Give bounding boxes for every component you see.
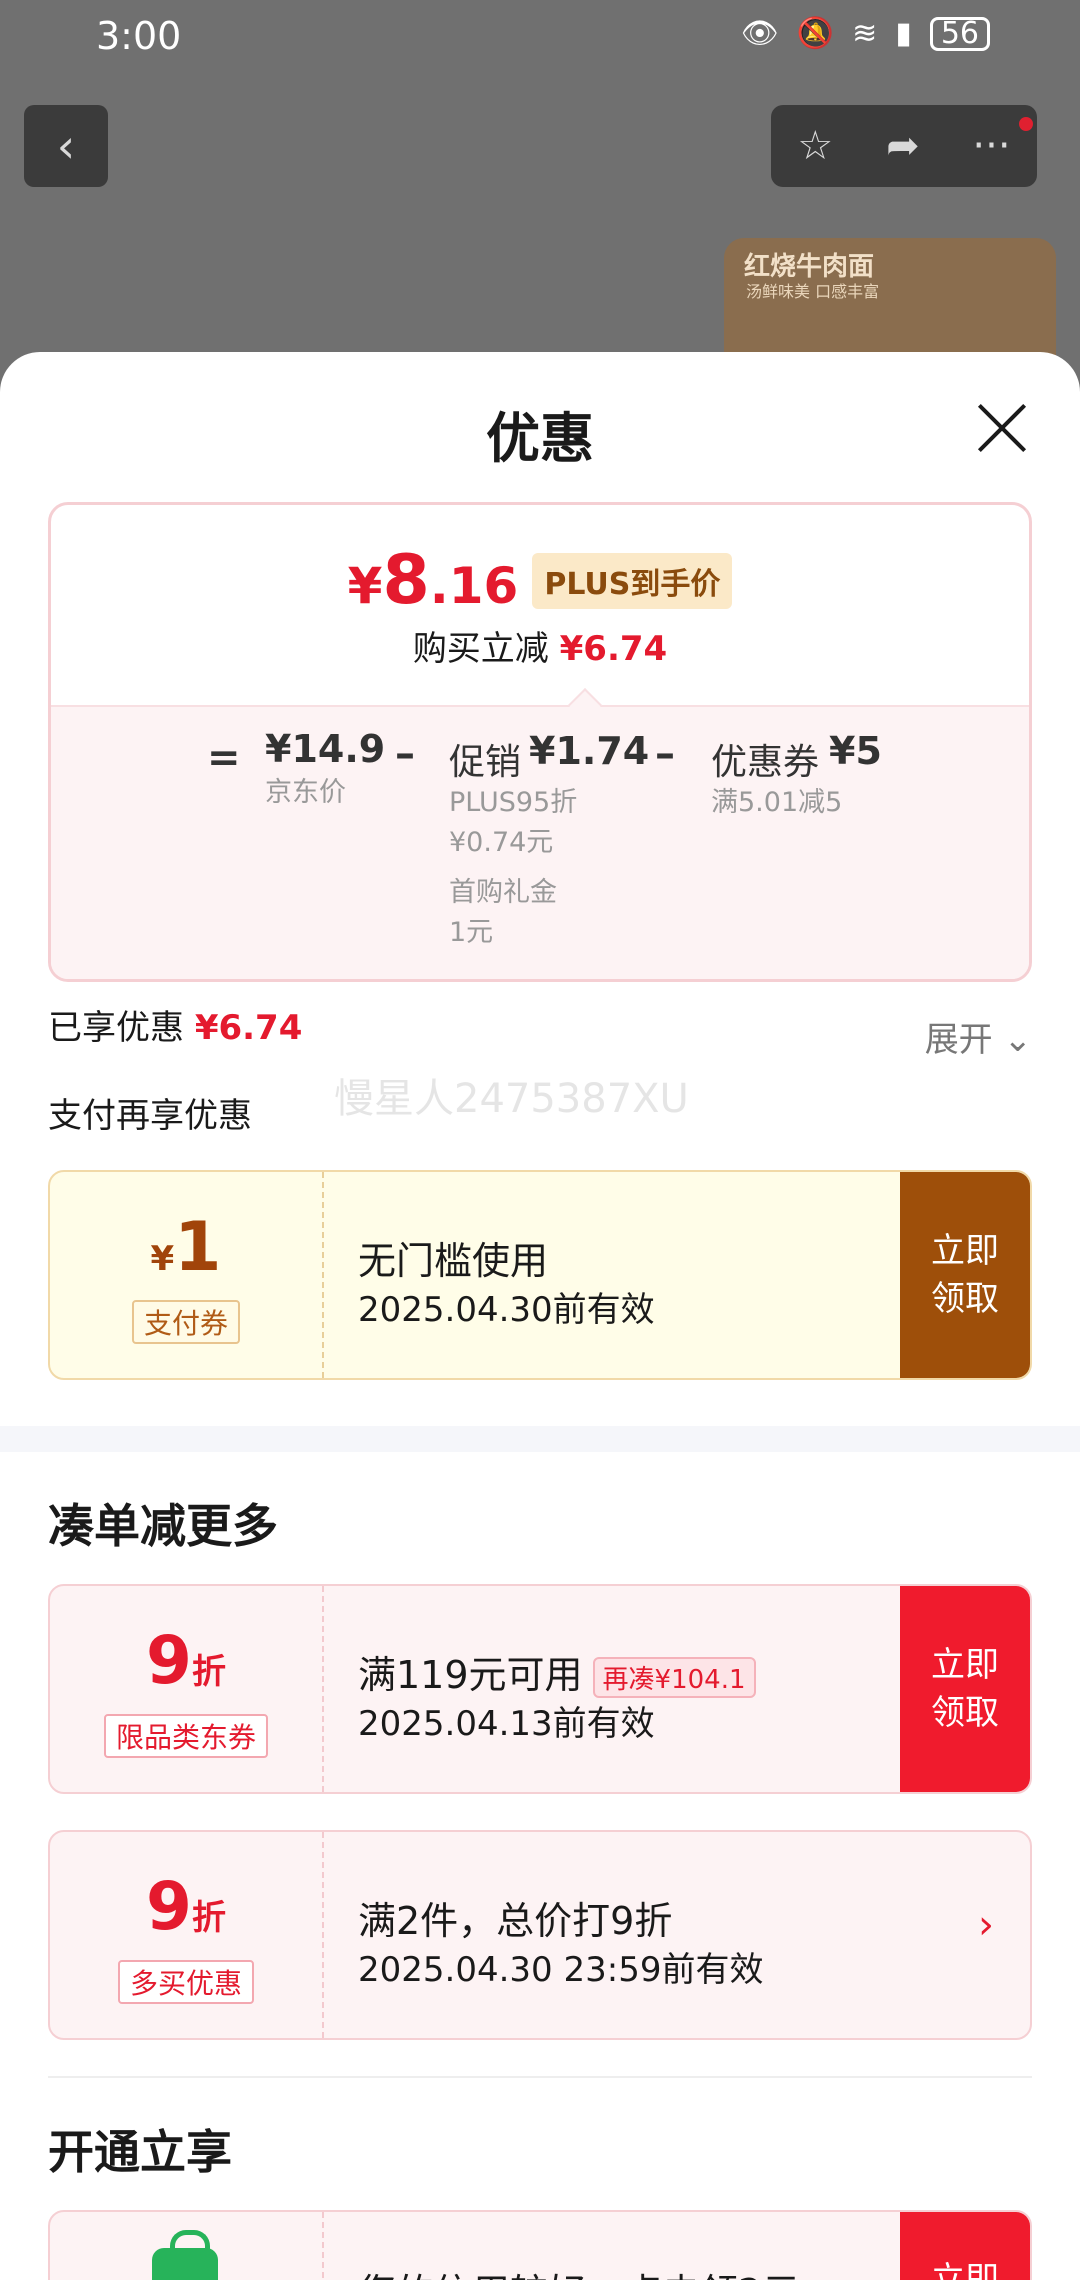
coupon-valid-date: 2025.04.30 23:59前有效 [358,1950,764,1990]
shopping-bag-icon [152,2230,218,2280]
battery-icon: 56 [929,16,990,51]
notification-dot [1019,117,1033,131]
wifi-icon: ≋ [852,16,878,51]
promo-detail-3: 首购礼金 [449,877,557,908]
promo-amount: ¥1.74 [529,729,650,773]
equals-sign: = [207,735,241,781]
coupon-main-text: 满119元可用 再凑¥104.1 [358,1644,756,1699]
back-button[interactable]: ‹ [24,105,108,187]
thumb-subtitle: 汤鲜味美 口感丰富 [746,282,880,301]
status-icons: 👁 🔕 ≋ ▮ 56 [741,16,990,51]
jd-price-label: 京东价 [265,777,346,808]
price-card: ¥8.16 PLUS到手价 购买立减 ¥6.74 = ¥14.9 京东价 – 促… [48,502,1032,982]
coupon-value: 9折 [146,1868,226,1945]
price-summary: ¥8.16 PLUS到手价 购买立减 ¥6.74 [51,505,1029,705]
claim-button[interactable]: 立即 领取 [900,1586,1030,1792]
reduce-line: 购买立减 ¥6.74 [412,629,668,669]
claim-button[interactable]: 立即 [900,2212,1030,2280]
plus-price-tag: PLUS到手价 [532,552,733,609]
more-icon[interactable]: ··· [972,123,1010,169]
claim-button[interactable]: 立即 领取 [900,1172,1030,1378]
share-icon[interactable]: ➦ [886,123,920,169]
minus-sign: – [395,731,415,777]
category-coupon: 9折 限品类东券 满119元可用 再凑¥104.1 2025.04.13前有效 立… [48,1584,1032,1794]
pay-more-label: 支付再享优惠 [48,1096,252,1136]
eye-icon: 👁 [740,16,779,51]
top-actions: ☆ ➦ ··· [771,105,1037,187]
promo-detail-1: PLUS95折 [449,787,578,818]
credit-offer-text: 您的信用较好，点击领2元 [358,2262,800,2280]
promo-detail-4: 1元 [449,917,494,948]
coupon-detail: 满5.01减5 [711,787,843,818]
watermark: 慢星人2475387XU [334,1076,689,1122]
expand-button[interactable]: 展开 ⌄ [925,1012,1032,1061]
coupon-label: 优惠券 [711,742,820,783]
mute-icon: 🔕 [796,16,835,51]
coupon-tag: 限品类东券 [103,1714,269,1758]
multi-buy-offer[interactable]: 9折 多买优惠 满2件，总价打9折 2025.04.30 23:59前有效 › [48,1830,1032,2040]
coupon-value: ¥1 [150,1208,222,1287]
coupon-value: 9折 [146,1622,226,1699]
section-title-open: 开通立享 [48,2125,232,2179]
credit-offer: 您的信用较好，点击领2元 立即 [48,2210,1032,2280]
section-separator [0,1426,1080,1452]
close-icon[interactable] [972,398,1032,458]
coupon-valid-date: 2025.04.13前有效 [358,1704,655,1744]
chevron-left-icon: ‹ [56,119,76,173]
coupon-left: ¥1 支付券 [50,1172,322,1378]
status-time: 3:00 [96,14,182,58]
star-icon[interactable]: ☆ [797,123,833,169]
promo-label: 促销 [449,742,522,783]
coupon-amount: ¥5 [829,729,882,773]
price-breakdown: = ¥14.9 京东价 – 促销 ¥1.74 PLUS95折 ¥0.74元 首购… [51,688,1029,979]
add-more-pill: 再凑¥104.1 [592,1657,756,1698]
coupon-main-text: 无门槛使用 [358,1239,549,1283]
minus-sign-2: – [655,731,675,777]
coupon-tag: 多买优惠 [117,1960,255,2004]
divider [48,2076,1032,2078]
chevron-down-icon: ⌄ [1003,1020,1033,1060]
discount-sheet: 优惠 ¥8.16 PLUS到手价 购买立减 ¥6.74 = ¥14.9 京东价 … [0,352,1080,2280]
pay-coupon: ¥1 支付券 无门槛使用 2025.04.30前有效 立即 领取 [48,1170,1032,1380]
final-price: ¥8.16 [347,541,519,620]
sheet-title: 优惠 [486,407,594,470]
status-bar: 3:00 👁 🔕 ≋ ▮ 56 [0,0,1080,80]
coupon-main-text: 满2件，总价打9折 [358,1899,673,1943]
coupon-tag: 支付券 [131,1300,241,1344]
chevron-right-icon: › [978,1902,994,1948]
enjoyed-discount: 已享优惠 ¥6.74 [48,1008,303,1048]
jd-price: ¥14.9 [265,727,386,771]
promo-detail-2: ¥0.74元 [449,827,554,858]
coupon-valid-date: 2025.04.30前有效 [358,1290,655,1330]
alert-icon: ▮ [895,16,912,51]
section-title-bundle: 凑单减更多 [48,1499,278,1553]
